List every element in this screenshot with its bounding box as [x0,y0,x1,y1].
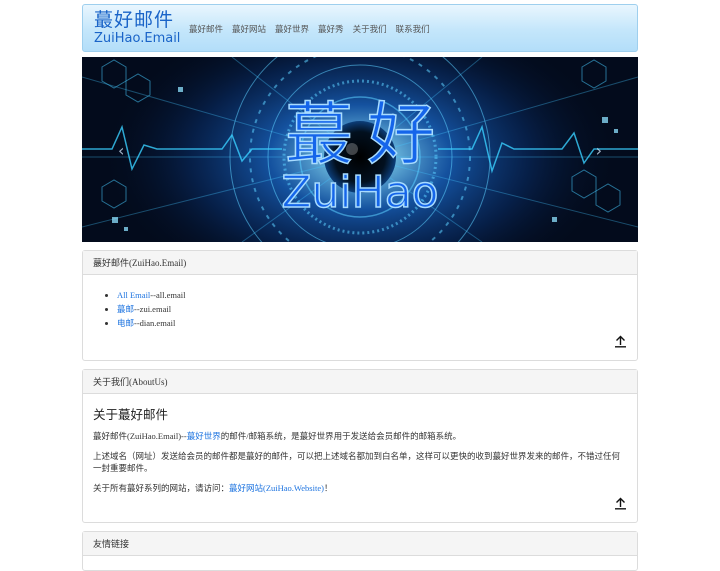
banner-carousel: 蕞好 ZuiHao ‹ › [82,57,638,242]
text: 的邮件/邮箱系统，是蕞好世界用于发送给会员邮件的邮箱系统。 [220,431,462,441]
carousel-prev-chevron-icon[interactable]: ‹ [118,141,124,160]
brand-name-cn: 蕞好邮件 [94,9,175,31]
domain-link-all-email[interactable]: All Email [117,290,150,300]
domain-suffix: --dian.email [134,318,176,328]
panel-heading: 蕞好邮件(ZuiHao.Email) [83,251,637,275]
text: 蕞好邮件(ZuiHao.Email)-- [93,431,187,441]
domain-suffix: --zui.email [134,304,172,314]
back-to-top-icon[interactable] [614,497,627,510]
nav-item-about[interactable]: 关于我们 [353,23,387,35]
email-domains-panel: 蕞好邮件(ZuiHao.Email) All Email--all.email … [82,250,638,361]
nav-item-email[interactable]: 蕞好邮件 [189,23,223,35]
banner-title-cn: 蕞好 [284,95,449,176]
carousel-next-chevron-icon[interactable]: › [596,141,602,160]
domain-list: All Email--all.email 蕞邮--zui.email 电邮--d… [117,288,627,330]
banner-title-en: ZuiHao [281,166,440,219]
text: 关于所有蕞好系列的网站，请访问： [93,483,230,493]
list-item: 电邮--dian.email [117,316,627,330]
friend-links-panel: 友情链接 [82,531,638,571]
link-zuihao-world[interactable]: 蕞好世界 [187,431,221,441]
about-paragraph-1: 蕞好邮件(ZuiHao.Email)--蕞好世界的邮件/邮箱系统，是蕞好世界用于… [93,430,627,442]
panel-heading: 关于我们(AboutUs) [83,370,637,394]
nav-item-contact[interactable]: 联系我们 [396,23,430,35]
about-paragraph-3: 关于所有蕞好系列的网站，请访问：蕞好网站(ZuiHao.Website)！ [93,482,627,494]
domain-link-dian-email[interactable]: 电邮 [117,318,134,328]
brand-logo[interactable]: 蕞好邮件 ZuiHao.Email [94,10,180,46]
domain-link-zui-email[interactable]: 蕞邮 [117,304,134,314]
list-item: All Email--all.email [117,288,627,302]
panel-body: 关于蕞好邮件 蕞好邮件(ZuiHao.Email)--蕞好世界的邮件/邮箱系统，… [83,394,637,494]
list-item: 蕞邮--zui.email [117,302,627,316]
nav-item-website[interactable]: 蕞好网站 [232,23,266,35]
text: ！ [323,483,333,493]
about-us-panel: 关于我们(AboutUs) 关于蕞好邮件 蕞好邮件(ZuiHao.Email)-… [82,369,638,523]
panel-body: All Email--all.email 蕞邮--zui.email 电邮--d… [83,275,637,330]
header-navbar: 蕞好邮件 ZuiHao.Email 蕞好邮件 蕞好网站 蕞好世界 蕞好秀 关于我… [82,4,638,52]
main-nav: 蕞好邮件 蕞好网站 蕞好世界 蕞好秀 关于我们 联系我们 [189,23,439,35]
back-to-top-icon[interactable] [614,335,627,348]
about-paragraph-2: 上述域名（网址）发送给会员的邮件都是蕞好的邮件，可以把上述域名都加到白名单，这样… [93,451,621,473]
domain-suffix: --all.email [150,290,186,300]
about-title: 关于蕞好邮件 [93,407,169,422]
nav-item-world[interactable]: 蕞好世界 [275,23,309,35]
link-zuihao-website[interactable]: 蕞好网站(ZuiHao.Website) [229,483,324,493]
nav-item-show[interactable]: 蕞好秀 [318,23,344,35]
panel-heading: 友情链接 [83,532,637,556]
brand-name-en: ZuiHao.Email [94,31,181,46]
